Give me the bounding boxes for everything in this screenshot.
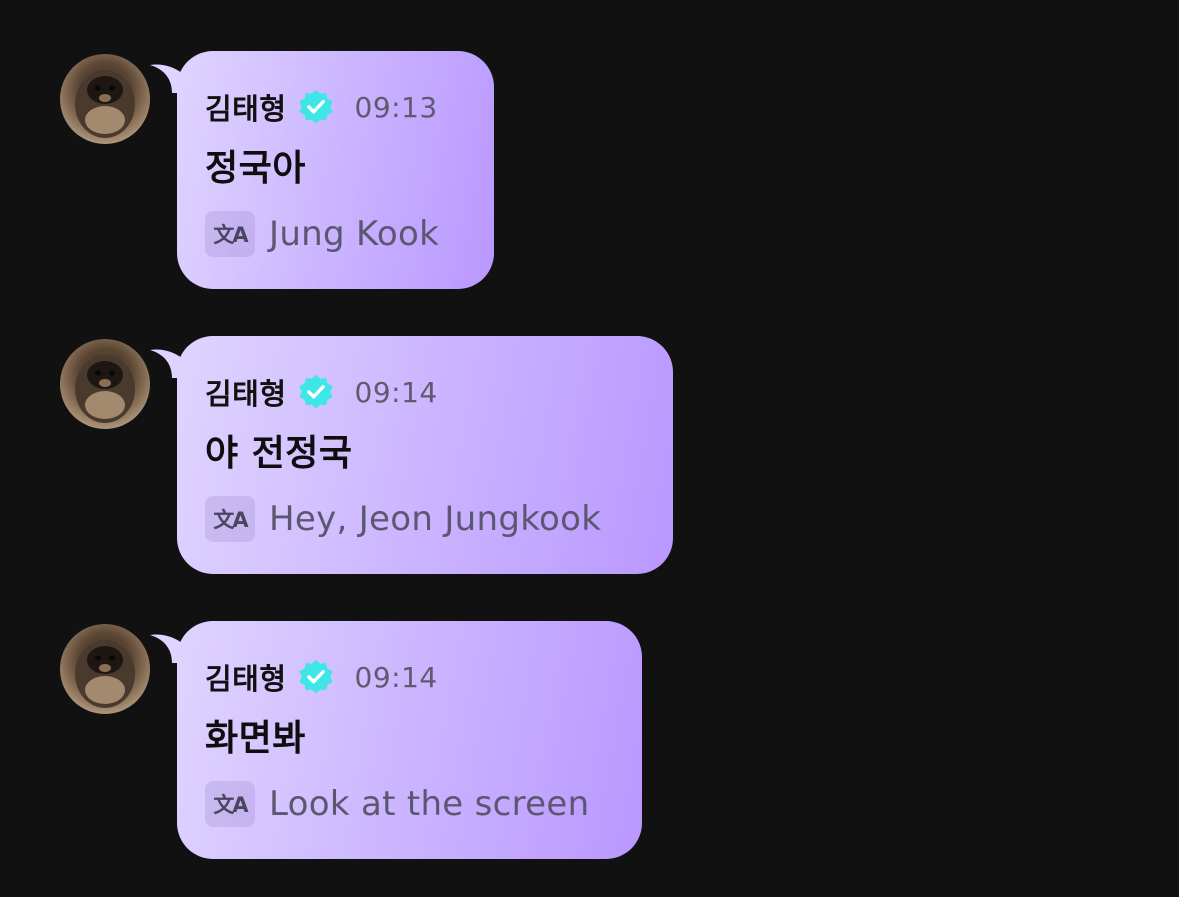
message-time: 09:14 xyxy=(354,660,438,694)
chat-thread: 김태형 09:13 정국아 文A Jung Kook 김태형 09:14 야 전… xyxy=(0,0,1179,897)
translate-icon[interactable]: 文A xyxy=(205,496,255,542)
translate-icon[interactable]: 文A xyxy=(205,211,255,257)
message-item: 김태형 09:13 정국아 文A Jung Kook xyxy=(0,51,1179,291)
message-text: 화면봐 xyxy=(205,718,306,759)
verified-badge-icon xyxy=(298,374,333,409)
avatar[interactable] xyxy=(60,54,150,144)
translation-row[interactable]: 文A Look at the screen xyxy=(205,781,589,827)
message-bubble[interactable]: 김태형 09:14 화면봐 文A Look at the screen xyxy=(177,621,642,859)
message-time: 09:13 xyxy=(354,90,438,124)
translated-text: Jung Kook xyxy=(269,214,440,254)
avatar[interactable] xyxy=(60,339,150,429)
avatar[interactable] xyxy=(60,624,150,714)
translation-row[interactable]: 文A Hey, Jeon Jungkook xyxy=(205,496,601,542)
message-meta: 김태형 09:14 xyxy=(205,372,438,412)
sender-name: 김태형 xyxy=(205,662,287,696)
message-text: 정국아 xyxy=(205,148,306,189)
message-meta: 김태형 09:14 xyxy=(205,657,438,697)
verified-badge-icon xyxy=(298,659,333,694)
message-time: 09:14 xyxy=(354,375,438,409)
translated-text: Look at the screen xyxy=(269,784,590,824)
message-item: 김태형 09:14 화면봐 文A Look at the screen xyxy=(0,621,1179,861)
verified-badge-icon xyxy=(298,89,333,124)
message-bubble[interactable]: 김태형 09:14 야 전정국 文A Hey, Jeon Jungkook xyxy=(177,336,673,574)
translation-row[interactable]: 文A Jung Kook xyxy=(205,211,439,257)
translated-text: Hey, Jeon Jungkook xyxy=(269,499,602,539)
message-text: 야 전정국 xyxy=(205,433,353,474)
message-item: 김태형 09:14 야 전정국 文A Hey, Jeon Jungkook xyxy=(0,336,1179,576)
message-bubble[interactable]: 김태형 09:13 정국아 文A Jung Kook xyxy=(177,51,494,289)
sender-name: 김태형 xyxy=(205,92,287,126)
message-meta: 김태형 09:13 xyxy=(205,87,438,127)
translate-icon[interactable]: 文A xyxy=(205,781,255,827)
sender-name: 김태형 xyxy=(205,377,287,411)
